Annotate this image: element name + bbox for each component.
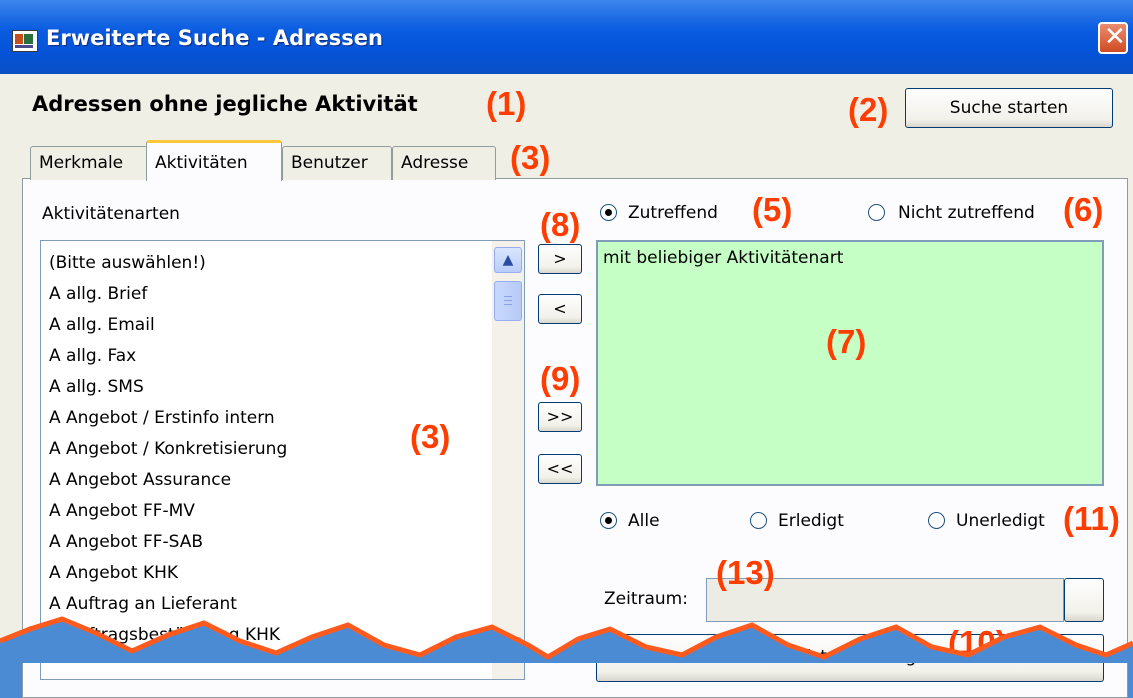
list-item[interactable]: A allg. Fax [49, 346, 136, 366]
tab-aktivitaeten[interactable]: Aktivitäten [146, 140, 282, 181]
radio-zutreffend[interactable] [600, 204, 617, 221]
list-item[interactable]: (Bitte auswählen!) [49, 253, 206, 273]
annotation-7: (7) [826, 323, 867, 360]
radio-nicht-zutreffend-label: Nicht zutreffend [898, 203, 1035, 223]
remove-all-button[interactable]: << [538, 454, 582, 484]
scroll-thumb[interactable] [494, 281, 522, 321]
annotation-1: (1) [486, 85, 527, 122]
annotation-13: (13) [716, 554, 775, 591]
add-selected-button[interactable]: > [538, 244, 582, 274]
list-item[interactable]: A Angebot / Konkretisierung [49, 439, 287, 459]
tab-adresse[interactable]: Adresse [392, 146, 496, 180]
list-item[interactable]: A allg. SMS [49, 377, 144, 397]
list-item[interactable]: A Angebot / Erstinfo intern [49, 408, 275, 428]
torn-edge-decoration [0, 616, 1133, 663]
radio-unerledigt-label: Unerledigt [956, 511, 1045, 531]
annotation-3-list: (3) [410, 418, 451, 455]
start-search-button[interactable]: Suche starten [905, 88, 1113, 128]
radio-zutreffend-label: Zutreffend [628, 203, 718, 223]
zeitraum-label: Zeitraum: [604, 589, 688, 609]
radio-nicht-zutreffend[interactable] [868, 204, 885, 221]
window-title: Erweiterte Suche - Adressen [46, 26, 383, 50]
list-item[interactable]: A allg. Brief [49, 284, 147, 304]
selected-activity-text: mit beliebiger Aktivitätenart [603, 248, 844, 268]
close-button[interactable]: ✕ [1098, 22, 1128, 54]
tab-benutzer[interactable]: Benutzer [282, 146, 392, 180]
annotation-5: (5) [752, 191, 793, 228]
dialog-window: Erweiterte Suche - Adressen ✕ Adressen o… [0, 0, 1133, 698]
annotation-8: (8) [540, 206, 581, 243]
list-item[interactable]: A Angebot FF-MV [49, 501, 195, 521]
activity-type-list[interactable]: (Bitte auswählen!) A allg. Brief A allg.… [40, 240, 525, 680]
tab-merkmale[interactable]: Merkmale [30, 146, 148, 180]
close-icon: ✕ [1104, 22, 1126, 52]
radio-alle-label: Alle [628, 511, 660, 531]
radio-unerledigt[interactable] [928, 512, 945, 529]
radio-erledigt-label: Erledigt [778, 511, 844, 531]
radio-alle[interactable] [600, 512, 617, 529]
scroll-up-icon[interactable]: ▲ [494, 247, 522, 273]
radio-erledigt[interactable] [750, 512, 767, 529]
activity-types-label: Aktivitätenarten [42, 204, 180, 224]
list-item[interactable]: A Angebot KHK [49, 563, 178, 583]
annotation-3-tabs: (3) [510, 139, 551, 176]
add-all-button[interactable]: >> [538, 402, 582, 432]
annotation-6: (6) [1063, 191, 1104, 228]
title-bar[interactable]: Erweiterte Suche - Adressen ✕ [0, 0, 1133, 74]
annotation-11: (11) [1063, 500, 1120, 537]
list-item[interactable]: A Angebot Assurance [49, 470, 231, 490]
list-item[interactable]: A Auftrag an Lieferant [49, 594, 237, 614]
search-heading: Adressen ohne jegliche Aktivität [32, 92, 418, 116]
list-item[interactable]: A Angebot FF-SAB [49, 532, 203, 552]
list-item[interactable]: A allg. Email [49, 315, 155, 335]
selected-activities-box[interactable]: mit beliebiger Aktivitätenart [596, 240, 1104, 486]
remove-selected-button[interactable]: < [538, 294, 582, 324]
app-icon [12, 30, 38, 52]
annotation-2: (2) [848, 91, 889, 128]
annotation-9: (9) [540, 360, 581, 397]
